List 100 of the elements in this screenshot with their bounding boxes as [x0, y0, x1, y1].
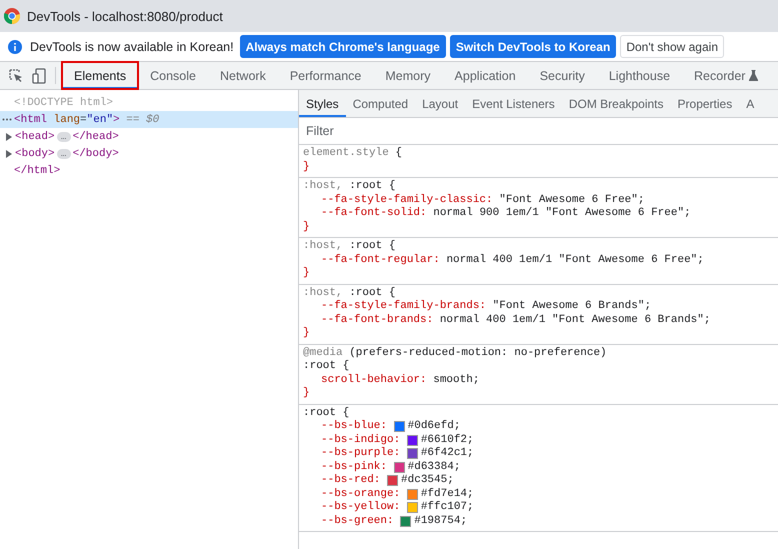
- css-value[interactable]: #ffc107;: [420, 501, 474, 514]
- color-swatch[interactable]: [406, 448, 418, 460]
- css-property[interactable]: --bs-orange:: [321, 488, 400, 501]
- primary-action-button[interactable]: Always match Chrome's language: [240, 35, 446, 58]
- close-brace: }: [303, 267, 310, 280]
- sidebar-tab[interactable]: Event Listeners: [465, 90, 562, 117]
- css-value[interactable]: normal 900 1em/1 "Font Awesome 6 Free";: [433, 207, 691, 220]
- css-property[interactable]: --fa-style-family-brands:: [321, 300, 486, 314]
- css-value[interactable]: #d63384;: [408, 460, 460, 474]
- close-brace: }: [303, 387, 310, 400]
- color-swatch[interactable]: [394, 462, 405, 473]
- css-selector: :root: [348, 180, 382, 194]
- markup-text: </head>: [72, 130, 119, 142]
- css-property[interactable]: --fa-style-family-classic:: [321, 194, 493, 207]
- open-brace: {: [342, 406, 350, 420]
- markup-text: =: [80, 114, 87, 126]
- css-value[interactable]: #198754;: [414, 514, 468, 528]
- css-property[interactable]: --bs-yellow:: [321, 501, 400, 514]
- panel-tab[interactable]: Recorder: [682, 62, 770, 89]
- css-property[interactable]: --bs-green:: [321, 514, 394, 528]
- css-value[interactable]: normal 400 1em/1 "Font Awesome 6 Brands";: [440, 314, 710, 327]
- info-message: DevTools is now available in Korean!: [30, 40, 234, 54]
- panel-tab[interactable]: Lighthouse: [596, 62, 682, 89]
- inspect-element-icon[interactable]: [9, 68, 23, 82]
- dismiss-button[interactable]: Don't show again: [620, 35, 724, 58]
- markup-text: == $0: [125, 114, 160, 126]
- open-brace: {: [388, 180, 396, 194]
- css-value[interactable]: smooth;: [433, 374, 480, 387]
- sidebar-tab[interactable]: Properties: [670, 90, 740, 117]
- more-dots-icon: [2, 118, 12, 121]
- open-brace: {: [388, 240, 396, 254]
- css-selector: :root: [348, 240, 382, 254]
- css-value[interactable]: #6610f2;: [420, 434, 474, 447]
- panel-tab[interactable]: Security: [528, 62, 597, 89]
- markup-text: </body>: [72, 148, 119, 160]
- open-brace: {: [342, 360, 350, 374]
- css-property[interactable]: scroll-behavior:: [321, 374, 427, 387]
- close-brace: }: [303, 160, 310, 174]
- css-property[interactable]: --bs-blue:: [321, 420, 388, 434]
- device-toolbar-icon[interactable]: [32, 68, 46, 84]
- css-selector: :host,: [303, 286, 343, 300]
- browser-logo-icon: [4, 8, 20, 24]
- dom-node-line[interactable]: <body> … </body>: [0, 145, 298, 162]
- css-property[interactable]: --bs-red:: [321, 474, 380, 488]
- panel-tab[interactable]: Elements: [62, 62, 138, 89]
- css-value[interactable]: #6f42c1;: [420, 447, 474, 460]
- close-brace: }: [303, 327, 310, 340]
- css-value[interactable]: normal 400 1em/1 "Font Awesome 6 Free";: [446, 254, 704, 267]
- css-property[interactable]: --bs-pink:: [321, 460, 388, 474]
- css-selector: :root: [303, 360, 336, 374]
- css-selector: :host,: [303, 240, 343, 254]
- primary-action-button[interactable]: Switch DevTools to Korean: [450, 35, 616, 58]
- markup-text: <body>: [15, 148, 55, 160]
- css-selector: :root: [303, 406, 336, 420]
- window-title: DevTools - localhost:8080/product: [27, 8, 223, 24]
- markup-text: "en": [86, 114, 114, 126]
- sidebar-tab[interactable]: A: [739, 90, 762, 117]
- panel-tab[interactable]: Network: [208, 62, 278, 89]
- css-value[interactable]: #dc3545;: [401, 474, 454, 488]
- css-property[interactable]: --bs-indigo:: [321, 434, 400, 447]
- markup-text: <!DOCTYPE html>: [14, 96, 114, 108]
- info-icon: [8, 40, 22, 54]
- dom-node-line[interactable]: <head> … </head>: [0, 128, 298, 145]
- media-query: (prefers-reduced-motion: no-preference): [348, 346, 607, 360]
- collapsed-content-badge[interactable]: …: [56, 132, 71, 142]
- panel-tab[interactable]: Memory: [373, 62, 443, 89]
- close-brace: }: [303, 220, 310, 234]
- css-value[interactable]: "Font Awesome 6 Brands";: [492, 300, 652, 314]
- css-selector: :host,: [303, 180, 343, 194]
- sidebar-tab[interactable]: Computed: [346, 90, 416, 117]
- css-value[interactable]: "Font Awesome 6 Free";: [499, 194, 644, 207]
- panel-tab[interactable]: Performance: [278, 62, 374, 89]
- color-swatch[interactable]: [406, 434, 418, 446]
- css-selector: element.style: [303, 147, 389, 160]
- markup-text: >: [113, 114, 120, 126]
- color-swatch[interactable]: [400, 516, 412, 527]
- color-swatch[interactable]: [406, 488, 418, 500]
- color-swatch[interactable]: [406, 502, 418, 514]
- sidebar-tab[interactable]: Styles: [299, 90, 346, 117]
- sidebar-tab[interactable]: Layout: [415, 90, 466, 117]
- open-brace: {: [394, 147, 402, 160]
- panel-tab[interactable]: Application: [442, 62, 528, 89]
- markup-text: </html>: [14, 164, 60, 176]
- css-value[interactable]: #fd7e14;: [420, 488, 474, 501]
- sidebar-tab[interactable]: DOM Breakpoints: [562, 90, 671, 117]
- css-property[interactable]: --fa-font-brands:: [321, 314, 434, 327]
- css-property[interactable]: --bs-purple:: [321, 447, 400, 460]
- collapsed-arrow-icon[interactable]: [6, 150, 12, 158]
- css-property[interactable]: --fa-font-solid:: [321, 207, 427, 220]
- collapsed-arrow-icon[interactable]: [6, 132, 12, 140]
- panel-tab[interactable]: Console: [138, 62, 208, 89]
- collapsed-content-badge[interactable]: …: [56, 148, 71, 158]
- open-brace: {: [388, 286, 396, 300]
- dom-node-line[interactable]: </html>: [0, 162, 298, 179]
- color-swatch[interactable]: [394, 421, 405, 432]
- markup-text: <head>: [15, 130, 55, 142]
- css-property[interactable]: --fa-font-regular:: [321, 254, 440, 267]
- color-swatch[interactable]: [387, 475, 398, 486]
- css-value[interactable]: #0d6efd;: [408, 420, 460, 434]
- css-selector: :root: [348, 286, 382, 300]
